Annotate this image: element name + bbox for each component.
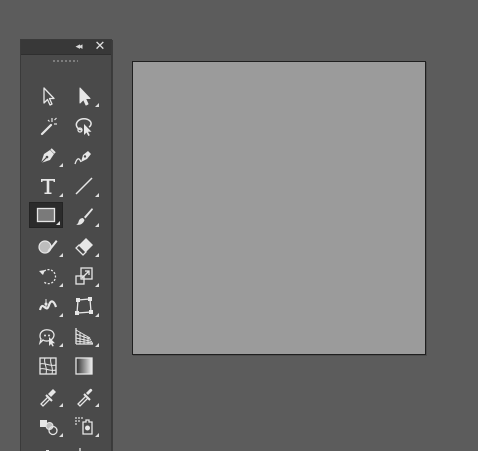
double-chevron-left-icon: ◂◂: [75, 42, 82, 52]
shape-builder-icon: [38, 329, 55, 347]
arrow-filled-icon: [79, 87, 91, 106]
canvas-workspace[interactable]: ◂◂ ✕: [0, 0, 478, 451]
brush-icon: [76, 208, 93, 225]
more-tools-indicator: [59, 163, 63, 167]
collapse-panel-button[interactable]: ◂◂: [72, 41, 84, 53]
lasso-tool[interactable]: [67, 113, 101, 139]
symbol-sprayer-tool[interactable]: [31, 413, 65, 439]
column-graph-icon: [46, 450, 49, 451]
mesh-icon: [39, 357, 57, 375]
close-panel-button[interactable]: ✕: [94, 39, 106, 54]
symbol-sprayer-icon: [40, 420, 58, 436]
more-tools-indicator: [59, 283, 63, 287]
paintbrush-tool[interactable]: [67, 203, 101, 229]
blend-tool[interactable]: [31, 383, 65, 409]
width-icon: [38, 299, 58, 311]
more-tools-indicator: [95, 433, 99, 437]
magic-wand-tool[interactable]: [31, 113, 65, 139]
shaper-tool[interactable]: [31, 233, 65, 259]
line-icon: [75, 177, 93, 195]
artboard[interactable]: [132, 61, 426, 355]
magic-wand-icon: [40, 117, 57, 136]
more-tools-indicator: [95, 403, 99, 407]
more-tools-indicator: [59, 433, 63, 437]
curvature-tool[interactable]: [67, 143, 101, 169]
lasso-icon: [75, 118, 92, 136]
more-tools-indicator: [59, 313, 63, 317]
more-tools-indicator: [95, 253, 99, 257]
tools-panel-header[interactable]: ◂◂ ✕: [21, 40, 111, 55]
more-tools-indicator: [59, 193, 63, 197]
type-icon: [41, 179, 55, 194]
more-tools-indicator: [95, 193, 99, 197]
more-tools-indicator: [59, 343, 63, 347]
more-tools-indicator: [95, 313, 99, 317]
more-tools-indicator: [95, 343, 99, 347]
more-tools-indicator: [95, 223, 99, 227]
type-tool[interactable]: [31, 173, 65, 199]
width-tool[interactable]: [31, 293, 65, 319]
eraser-icon: [75, 238, 93, 256]
gradient-tool[interactable]: [67, 353, 101, 379]
tools-panel: ◂◂ ✕: [20, 39, 112, 451]
shaper-icon: [38, 240, 58, 254]
free-transform-tool[interactable]: [67, 293, 101, 319]
arrow-outline-icon: [43, 87, 55, 106]
gradient-icon: [75, 357, 93, 375]
more-tools-indicator: [95, 103, 99, 107]
rotate-tool[interactable]: [31, 263, 65, 289]
line-segment-tool[interactable]: [67, 173, 101, 199]
slice-tool[interactable]: [67, 413, 101, 439]
more-tools-indicator: [56, 221, 60, 225]
eyedropper-icon: [77, 388, 93, 407]
selection-tool[interactable]: [31, 83, 65, 109]
pen-icon: [40, 148, 56, 164]
panel-grip-handle[interactable]: [52, 59, 78, 64]
blend-eyedropper-icon: [40, 389, 56, 407]
more-tools-indicator: [59, 253, 63, 257]
artboard-icon: [79, 448, 81, 451]
shape-builder-tool[interactable]: [31, 323, 65, 349]
free-transform-icon: [75, 297, 93, 315]
scale-icon: [75, 267, 93, 285]
scale-tool[interactable]: [67, 263, 101, 289]
eraser-tool[interactable]: [67, 233, 101, 259]
direct-selection-tool[interactable]: [67, 83, 101, 109]
perspective-grid-icon: [75, 328, 94, 345]
pen-tool[interactable]: [31, 143, 65, 169]
rectangle-tool[interactable]: [29, 202, 63, 228]
mesh-tool[interactable]: [31, 353, 65, 379]
curvature-pen-icon: [74, 151, 91, 165]
eyedropper-tool[interactable]: [67, 383, 101, 409]
slice-icon: [75, 417, 93, 435]
artboard-tool[interactable]: [67, 443, 101, 451]
close-icon: ✕: [94, 39, 106, 54]
more-tools-indicator: [59, 403, 63, 407]
rectangle-icon: [36, 207, 56, 223]
rotate-icon: [39, 268, 57, 285]
more-tools-indicator: [95, 283, 99, 287]
column-graph-tool[interactable]: [31, 443, 65, 451]
perspective-grid-tool[interactable]: [67, 323, 101, 349]
